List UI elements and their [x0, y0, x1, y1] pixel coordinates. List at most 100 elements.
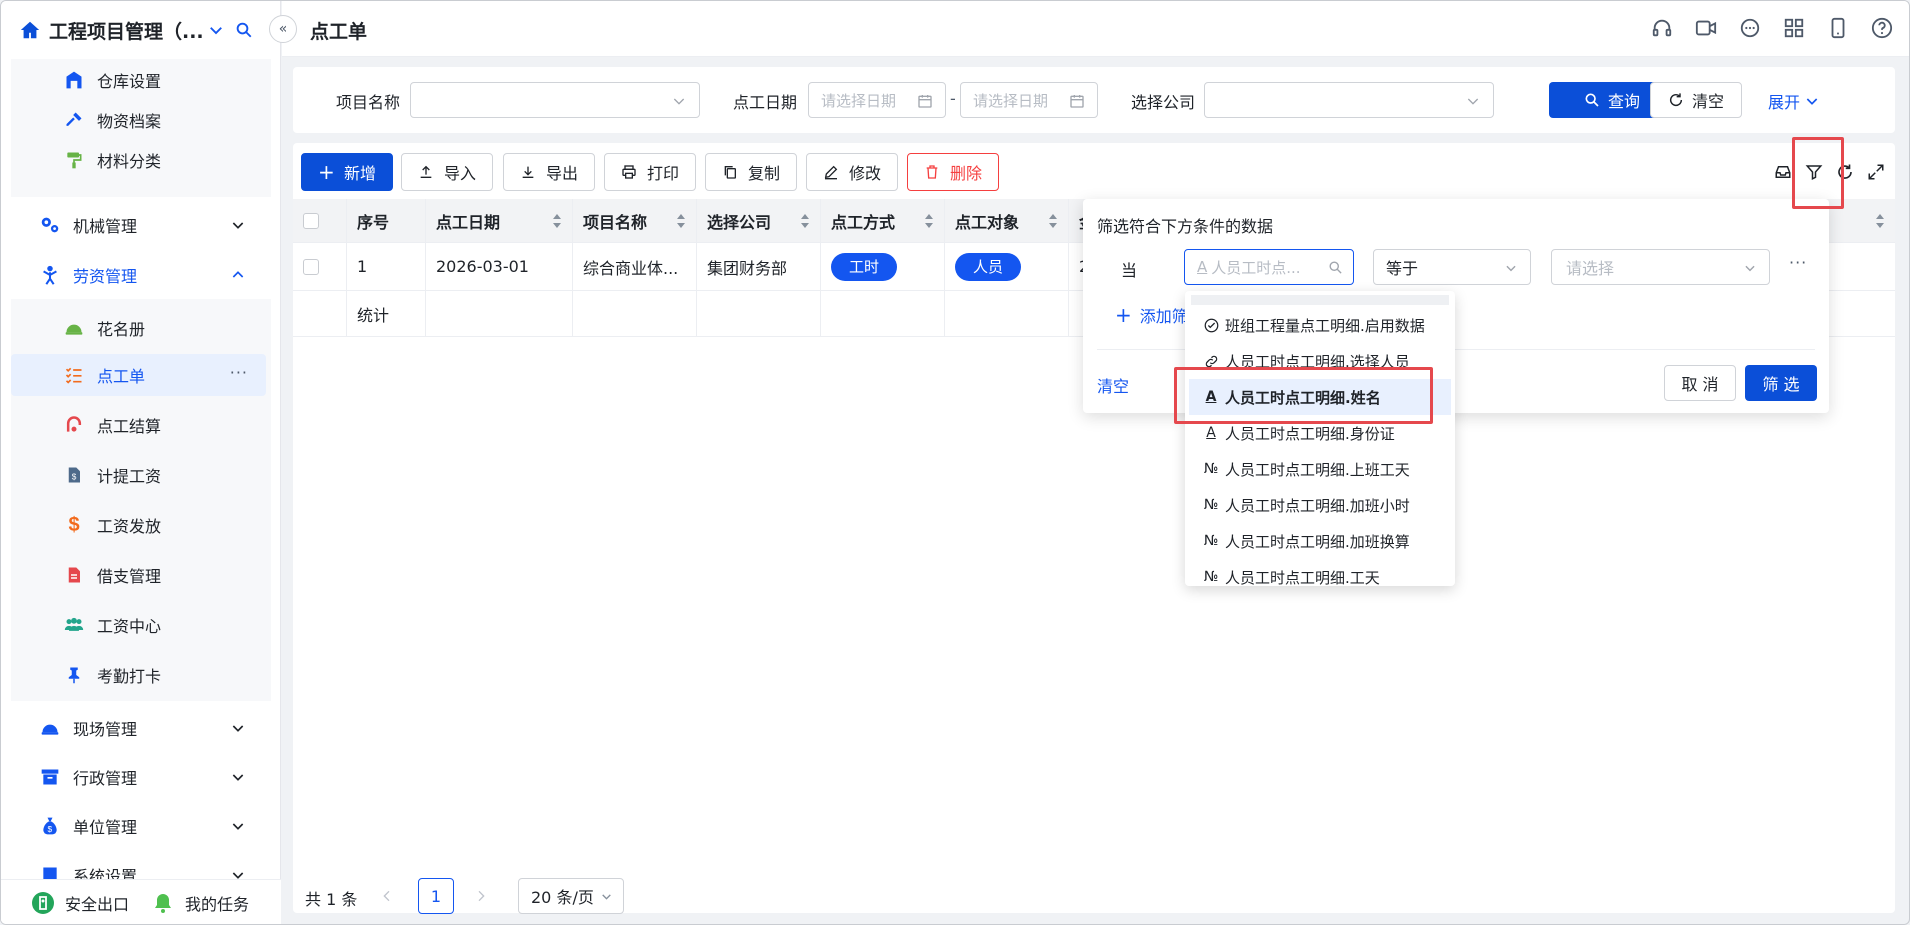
mobile-icon[interactable]	[1827, 17, 1849, 39]
sidebar-item-label: 点工结算	[97, 417, 162, 436]
sort-icon[interactable]	[924, 214, 934, 228]
value-placeholder: 请选择	[1566, 259, 1615, 278]
checkbox[interactable]	[303, 258, 319, 275]
checkbox[interactable]	[303, 212, 319, 229]
add-button[interactable]: + 新增	[301, 153, 393, 191]
exit-icon	[32, 892, 54, 914]
chevron-down-icon	[232, 774, 244, 781]
popover-clear-button[interactable]: 清空	[1097, 373, 1129, 397]
field-option-label: 人员工时点工明细.上班工天	[1225, 460, 1410, 479]
loan-doc-icon	[63, 564, 85, 586]
sort-icon[interactable]	[1875, 214, 1885, 228]
edit-button[interactable]: 修改	[806, 153, 898, 191]
summary-label: 统计	[347, 291, 426, 336]
more-icon[interactable]: ···	[230, 363, 248, 382]
chevron-down-icon[interactable]	[207, 21, 225, 39]
condition-more-button[interactable]: ···	[1789, 253, 1807, 272]
copy-button[interactable]: 复制	[705, 153, 797, 191]
popover-cancel-button[interactable]: 取 消	[1664, 365, 1736, 401]
fullscreen-icon[interactable]	[1867, 163, 1885, 181]
column-header-project[interactable]: 项目名称	[573, 199, 697, 242]
field-option[interactable]: A 人员工时点工明细.身份证	[1189, 415, 1451, 451]
sort-icon[interactable]	[800, 214, 810, 228]
sidebar-group-admin[interactable]: 行政管理	[11, 756, 266, 798]
search-icon[interactable]	[235, 21, 253, 39]
my-tasks-button[interactable]: 我的任务	[151, 891, 249, 915]
sidebar-item-settlement[interactable]: 点工结算	[11, 404, 266, 446]
clear-filter-button[interactable]: 清空	[1650, 82, 1742, 118]
help-icon[interactable]	[1871, 17, 1893, 39]
page-size-select[interactable]: 20 条/页	[518, 878, 624, 914]
date-end-input[interactable]: 请选择日期	[960, 82, 1098, 118]
sidebar-group-machinery[interactable]: 机械管理	[11, 204, 266, 246]
field-option[interactable]: № 人员工时点工明细.上班工天	[1189, 451, 1451, 487]
import-button[interactable]: 导入	[401, 153, 493, 191]
add-condition-button[interactable]: + 添加筛	[1115, 303, 1188, 327]
column-header-mode[interactable]: 点工方式	[821, 199, 945, 242]
field-option[interactable]: 人员工时点工明细.选择人员	[1189, 343, 1451, 379]
copy-icon	[724, 166, 736, 179]
inbox-icon[interactable]	[1774, 163, 1792, 181]
condition-field-select[interactable]: A 人员工时点...	[1184, 249, 1354, 285]
export-button[interactable]: 导出	[503, 153, 595, 191]
next-page-icon[interactable]	[473, 888, 489, 904]
safe-exit-button[interactable]: 安全出口	[31, 891, 129, 915]
sidebar-item-material-category[interactable]: 材料分类	[11, 139, 266, 181]
number-field-icon: №	[1203, 569, 1219, 585]
sidebar-item-loans[interactable]: 借支管理	[11, 554, 266, 596]
expand-filters-button[interactable]: 展开	[1768, 89, 1820, 113]
gears-icon	[39, 214, 61, 236]
column-header-company[interactable]: 选择公司	[697, 199, 821, 242]
video-icon[interactable]	[1695, 17, 1717, 39]
apps-grid-icon[interactable]	[1783, 17, 1805, 39]
sidebar-item-warehouse[interactable]: 仓库设置	[11, 59, 266, 101]
condition-value-select[interactable]: 请选择	[1551, 249, 1770, 285]
condition-operator-select[interactable]: 等于	[1373, 249, 1531, 285]
field-option[interactable]: № 人员工时点工明细.工天	[1189, 559, 1451, 587]
sidebar-item-wage-payment[interactable]: $ 工资发放	[11, 504, 266, 546]
prev-page-icon[interactable]	[379, 888, 395, 904]
field-option[interactable]: № 人员工时点工明细.加班换算	[1189, 523, 1451, 559]
svg-text:$: $	[72, 473, 77, 482]
cell-target: 人员	[945, 243, 1069, 290]
sidebar-item-attendance[interactable]: 考勤打卡	[11, 654, 266, 696]
print-button[interactable]: 打印	[604, 153, 696, 191]
page-number-current[interactable]: 1	[418, 878, 454, 914]
sort-icon[interactable]	[676, 214, 686, 228]
filter-icon[interactable]	[1805, 163, 1823, 181]
sidebar-item-accrued-wages[interactable]: $ 计提工资	[11, 454, 266, 496]
project-select[interactable]	[410, 82, 700, 118]
delete-button[interactable]: 删除	[907, 153, 999, 191]
field-option[interactable]: 班组工程量点工明细.启用数据	[1189, 307, 1451, 343]
field-option[interactable]: № 人员工时点工明细.加班小时	[1189, 487, 1451, 523]
trash-icon	[926, 165, 938, 179]
app-title[interactable]: 工程项目管理（...	[49, 17, 204, 44]
sidebar-item-wage-center[interactable]: 工资中心	[11, 604, 266, 646]
popover-filter-button[interactable]: 筛 选	[1745, 365, 1817, 401]
header-select-all[interactable]	[293, 199, 347, 242]
headset-icon[interactable]	[1651, 17, 1673, 39]
sort-icon[interactable]	[552, 214, 562, 228]
date-start-input[interactable]: 请选择日期	[808, 82, 946, 118]
field-option-selected[interactable]: A 人员工时点工明细.姓名	[1189, 379, 1451, 415]
sidebar-group-site[interactable]: 现场管理	[11, 707, 266, 749]
sidebar-group-labor[interactable]: 劳资管理	[11, 254, 266, 296]
settings-doc-icon	[39, 864, 61, 879]
column-header-date[interactable]: 点工日期	[426, 199, 573, 242]
sort-icon[interactable]	[1048, 214, 1058, 228]
home-icon[interactable]	[19, 19, 41, 41]
sidebar-item-roster[interactable]: 花名册	[11, 307, 266, 349]
company-select[interactable]	[1204, 82, 1494, 118]
refresh-icon[interactable]	[1836, 163, 1854, 181]
sidebar-group-system[interactable]: 系统设置	[11, 854, 266, 879]
column-header-target[interactable]: 点工对象	[945, 199, 1069, 242]
collapse-sidebar-button[interactable]: «	[269, 15, 297, 43]
row-select[interactable]	[293, 243, 347, 290]
sidebar-item-materials[interactable]: 物资档案	[11, 99, 266, 141]
sidebar-group-label: 单位管理	[73, 818, 138, 837]
search-filter-panel: 项目名称 点工日期 请选择日期 - 请选择日期 选择公司 查询 清空 展开	[293, 67, 1895, 133]
sidebar-item-timesheet[interactable]: 点工单 ···	[11, 354, 266, 396]
sidebar-group-unit[interactable]: $ 单位管理	[11, 805, 266, 847]
chat-icon[interactable]	[1739, 17, 1761, 39]
double-chevron-left-icon: «	[278, 21, 288, 37]
